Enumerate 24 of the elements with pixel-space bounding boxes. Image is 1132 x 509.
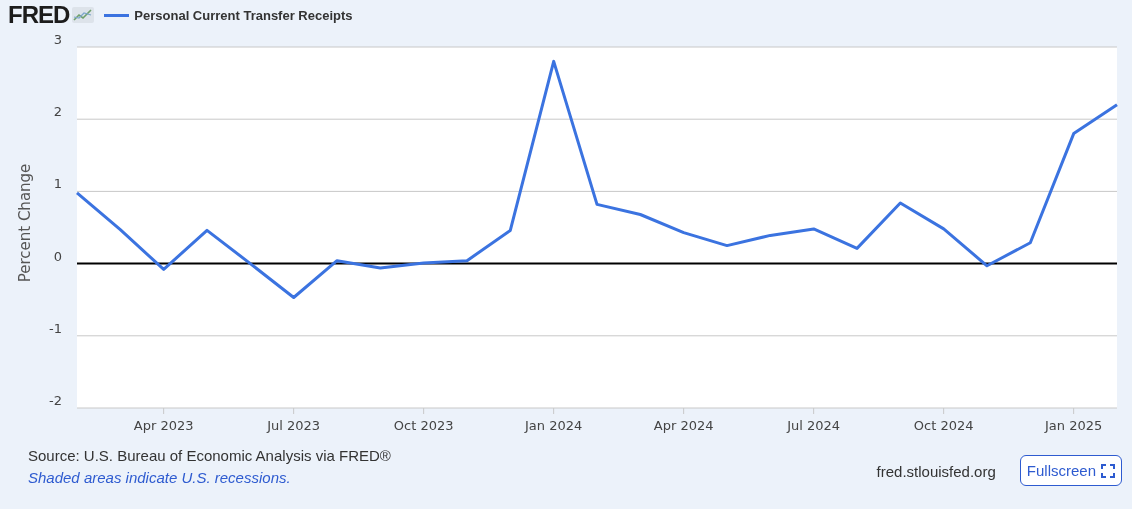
recession-note: Shaded areas indicate U.S. recessions.	[28, 469, 292, 486]
x-tick-label: Apr 2024	[653, 418, 714, 433]
y-tick-label: 1	[53, 176, 62, 192]
y-axis-title: Percent Change	[16, 163, 34, 283]
x-tick-label: Jul 2023	[267, 418, 321, 433]
x-tick-label: Oct 2023	[393, 418, 454, 433]
line-graph-icon	[72, 7, 95, 23]
legend-label: Personal Current Transfer Receipts	[134, 7, 353, 23]
source-text: Source: U.S. Bureau of Economic Analysis via FRED®	[28, 447, 391, 464]
y-tick-label: 0	[53, 248, 62, 264]
fred-logo[interactable]: FRED	[8, 1, 70, 29]
y-tick-label: -2	[49, 393, 62, 408]
y-tick-label: -1	[49, 320, 62, 336]
x-tick-label: Jan 2024	[525, 418, 583, 433]
x-tick-label: Oct 2024	[913, 418, 974, 433]
fullscreen-icon	[1101, 463, 1115, 478]
legend-line-icon	[104, 13, 130, 17]
x-tick-label: Apr 2023	[133, 418, 194, 433]
y-tick-label: 2	[53, 104, 62, 120]
y-tick-label: 3	[53, 32, 62, 47]
x-tick-label: Jul 2024	[787, 418, 841, 433]
site-url: fred.stlouisfed.org	[876, 463, 996, 482]
x-tick-label: Jan 2025	[1045, 418, 1103, 433]
fullscreen-button[interactable]: Fullscreen	[1019, 455, 1122, 486]
